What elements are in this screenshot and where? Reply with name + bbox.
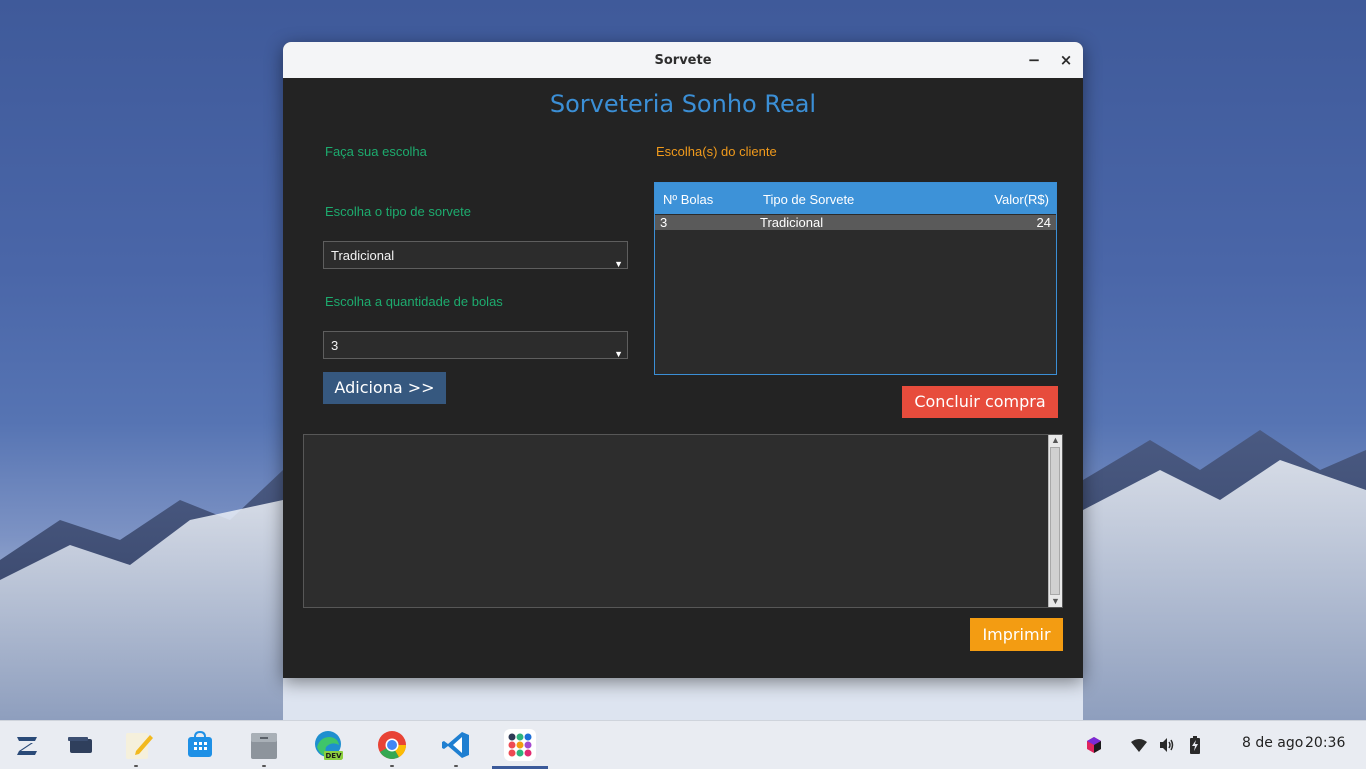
taskbar-time[interactable]: 20:36 bbox=[1305, 735, 1345, 751]
quantity-select-value: 3 bbox=[331, 338, 339, 353]
column-header-tipo[interactable]: Tipo de Sorvete bbox=[763, 192, 854, 207]
cell-valor: 24 bbox=[1036, 215, 1051, 230]
type-label: Escolha o tipo de sorvete bbox=[325, 204, 471, 219]
quantity-select[interactable]: 3 ▼ bbox=[323, 331, 628, 359]
print-button[interactable]: Imprimir bbox=[970, 618, 1063, 651]
chevron-down-icon: ▼ bbox=[614, 349, 623, 359]
chevron-down-icon: ▼ bbox=[614, 259, 623, 269]
app-heading: Sorveteria Sonho Real bbox=[549, 90, 817, 118]
app-grid-icon[interactable] bbox=[504, 729, 536, 761]
volume-icon[interactable] bbox=[1158, 736, 1176, 754]
customer-choices-label: Escolha(s) do cliente bbox=[656, 144, 777, 159]
close-button[interactable]: × bbox=[1056, 50, 1076, 70]
taskbar-date[interactable]: 8 de ago bbox=[1242, 735, 1303, 751]
type-select-value: Tradicional bbox=[331, 248, 395, 263]
files-window-icon[interactable] bbox=[64, 729, 96, 761]
file-cabinet-icon[interactable] bbox=[248, 729, 280, 761]
running-indicator bbox=[390, 765, 394, 767]
wifi-icon[interactable] bbox=[1130, 737, 1148, 753]
column-header-valor[interactable]: Valor(R$) bbox=[994, 192, 1049, 207]
running-indicator bbox=[454, 765, 458, 767]
minimize-button[interactable]: − bbox=[1024, 50, 1044, 70]
zorin-menu-icon[interactable] bbox=[11, 729, 43, 761]
edge-dev-icon[interactable]: DEV bbox=[312, 729, 344, 761]
vertical-scrollbar[interactable]: ▲ ▼ bbox=[1048, 435, 1062, 607]
column-header-bolas[interactable]: Nº Bolas bbox=[663, 192, 713, 207]
running-indicator bbox=[262, 765, 266, 767]
choice-label: Faça sua escolha bbox=[325, 144, 427, 159]
table-row[interactable]: 3 Tradicional 24 bbox=[655, 215, 1056, 230]
window-titlebar[interactable]: Sorvete − × bbox=[283, 42, 1083, 78]
software-store-icon[interactable] bbox=[184, 729, 216, 761]
battery-icon[interactable] bbox=[1189, 736, 1201, 754]
text-editor-icon[interactable] bbox=[122, 729, 154, 761]
edge-badge: DEV bbox=[325, 752, 342, 760]
add-button[interactable]: Adiciona >> bbox=[323, 372, 446, 404]
scrollbar-thumb[interactable] bbox=[1050, 447, 1060, 595]
type-select[interactable]: Tradicional ▼ bbox=[323, 241, 628, 269]
finish-purchase-button[interactable]: Concluir compra bbox=[902, 386, 1058, 418]
scroll-down-icon[interactable]: ▼ bbox=[1050, 596, 1061, 607]
running-indicator bbox=[134, 765, 138, 767]
vscode-icon[interactable] bbox=[440, 729, 472, 761]
window-title: Sorvete bbox=[654, 52, 712, 68]
quantity-label: Escolha a quantidade de bolas bbox=[325, 294, 503, 309]
table-header: Nº Bolas Tipo de Sorvete Valor(R$) bbox=[655, 183, 1056, 214]
choices-table: Nº Bolas Tipo de Sorvete Valor(R$) 3 Tra… bbox=[654, 182, 1057, 375]
cell-bolas: 3 bbox=[660, 215, 668, 230]
receipt-textarea[interactable]: ▲ ▼ bbox=[303, 434, 1063, 608]
hexagon-app-icon[interactable] bbox=[1085, 736, 1103, 754]
cell-tipo: Tradicional bbox=[760, 215, 824, 230]
scroll-up-icon[interactable]: ▲ bbox=[1050, 435, 1061, 446]
app-window: Sorvete − × Sorveteria Sonho Real Faça s… bbox=[283, 42, 1083, 678]
chrome-icon[interactable] bbox=[376, 729, 408, 761]
taskbar: DEV 8 de ago 20:36 bbox=[0, 720, 1366, 769]
